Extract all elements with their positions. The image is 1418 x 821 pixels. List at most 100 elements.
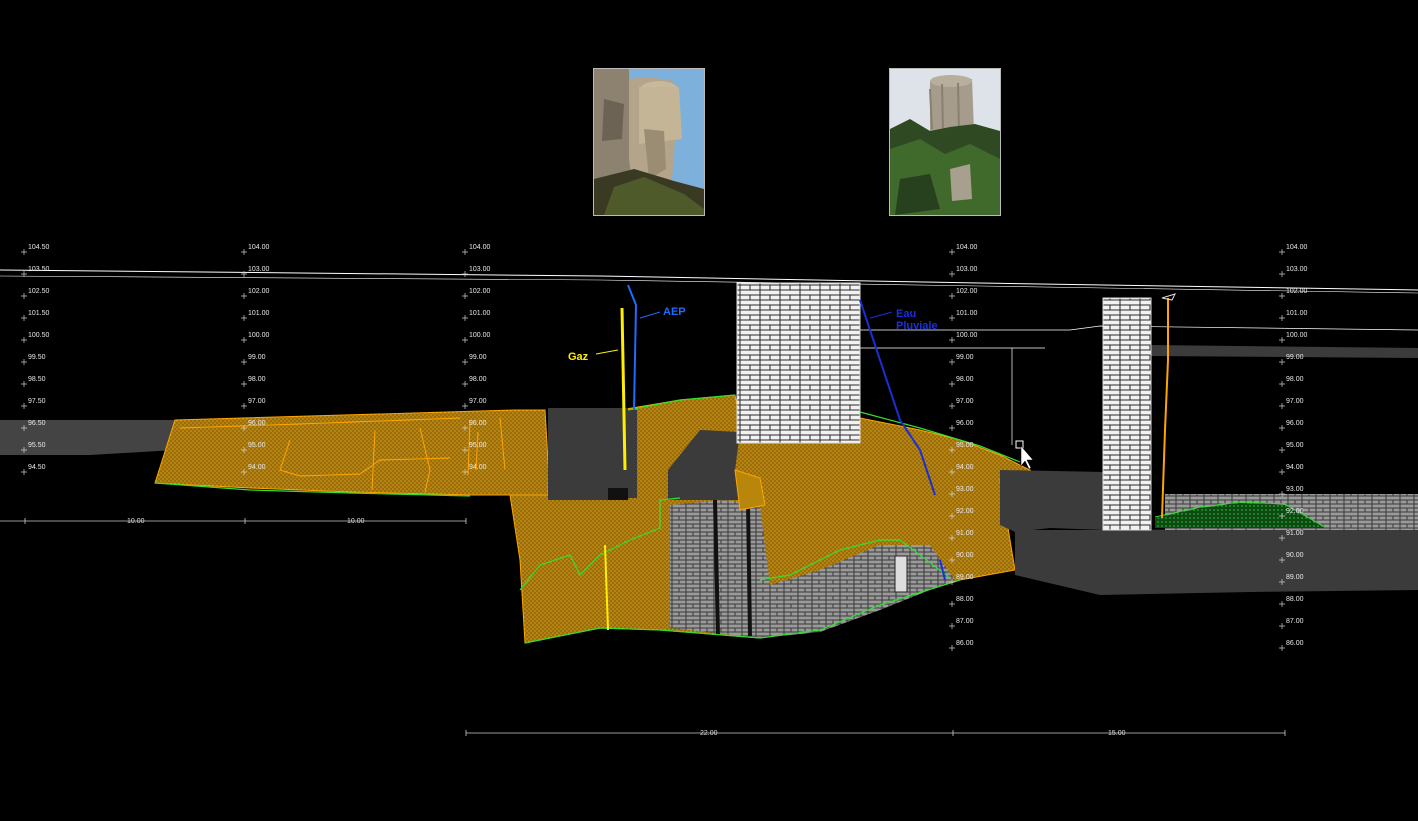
elevation-tick	[1279, 249, 1285, 255]
elevation-tick	[1279, 601, 1285, 607]
elevation-tick	[21, 249, 27, 255]
elevation-label: 87.00	[956, 618, 974, 625]
elevation-label: 98.00	[469, 376, 487, 383]
elevation-tick	[21, 469, 27, 475]
elevation-label: 96.00	[1286, 420, 1304, 427]
elevation-label: 89.00	[1286, 574, 1304, 581]
elevation-tick	[1279, 425, 1285, 431]
elevation-tick	[1279, 623, 1285, 629]
elevation-tick	[1279, 447, 1285, 453]
elevation-tick	[949, 601, 955, 607]
elevation-label: 98.50	[28, 376, 46, 383]
elevation-label: 100.00	[469, 332, 491, 339]
rain-label-line2: Pluviale	[896, 320, 938, 332]
elevation-label: 97.00	[956, 398, 974, 405]
elevation-label: 86.00	[1286, 640, 1304, 647]
elevation-tick	[1279, 645, 1285, 651]
elevation-label: 94.00	[1286, 464, 1304, 471]
elevation-tick	[462, 337, 468, 343]
tower-photo-right	[889, 68, 1001, 216]
elevation-label: 104.50	[28, 244, 50, 251]
dimension-lower-left: 22.00	[700, 730, 718, 737]
elevation-label: 93.00	[1286, 486, 1304, 493]
elevation-label: 94.00	[956, 464, 974, 471]
elevation-tick	[949, 623, 955, 629]
dimension-upper-right: 10.00	[347, 518, 365, 525]
elevation-label: 102.00	[248, 288, 270, 295]
elevation-tick	[462, 271, 468, 277]
elevation-label: 102.00	[1286, 288, 1308, 295]
elevation-tick	[21, 337, 27, 343]
water-label: AEP	[663, 306, 686, 318]
elevation-tick	[21, 359, 27, 365]
elevation-label: 96.00	[956, 420, 974, 427]
elevation-label: 86.00	[956, 640, 974, 647]
elevation-label: 94.00	[469, 464, 487, 471]
elevation-tick	[1279, 271, 1285, 277]
elevation-tick	[949, 337, 955, 343]
elevation-tick	[462, 249, 468, 255]
elevation-tick	[462, 315, 468, 321]
elevation-label: 101.50	[28, 310, 50, 317]
elevation-label: 99.00	[956, 354, 974, 361]
cross-section-drawing	[0, 249, 1418, 736]
elevation-tick	[241, 359, 247, 365]
elevation-tick	[949, 645, 955, 651]
elevation-label: 90.00	[1286, 552, 1304, 559]
elevation-label: 96.00	[469, 420, 487, 427]
elevation-tick	[21, 381, 27, 387]
elevation-tick	[1279, 381, 1285, 387]
elevation-label: 104.00	[956, 244, 978, 251]
elevation-tick	[1279, 403, 1285, 409]
elevation-label: 100.00	[248, 332, 270, 339]
elevation-tick	[949, 359, 955, 365]
elevation-label: 101.00	[956, 310, 978, 317]
elevation-tick	[949, 381, 955, 387]
elevation-label: 98.00	[956, 376, 974, 383]
elevation-label: 94.00	[248, 464, 266, 471]
elevation-tick	[1279, 293, 1285, 299]
elevation-label: 99.00	[1286, 354, 1304, 361]
elevation-tick	[21, 315, 27, 321]
elevation-label: 88.00	[956, 596, 974, 603]
elevation-tick	[241, 315, 247, 321]
elevation-tick	[462, 381, 468, 387]
elevation-tick	[949, 293, 955, 299]
gas-label: Gaz	[568, 351, 589, 363]
elevation-label: 89.00	[956, 574, 974, 581]
elevation-tick	[241, 403, 247, 409]
elevation-tick	[241, 271, 247, 277]
elevation-tick	[1279, 337, 1285, 343]
elevation-tick	[949, 403, 955, 409]
elevation-label: 93.00	[956, 486, 974, 493]
elevation-label: 91.00	[1286, 530, 1304, 537]
elevation-label: 103.00	[469, 266, 491, 273]
elevation-label: 104.00	[1286, 244, 1308, 251]
elevation-label: 95.00	[469, 442, 487, 449]
elevation-label: 99.50	[28, 354, 46, 361]
elevation-label: 103.50	[28, 266, 50, 273]
elevation-tick	[1279, 469, 1285, 475]
elevation-label: 103.00	[956, 266, 978, 273]
elevation-label: 94.50	[28, 464, 46, 471]
elevation-tick	[1279, 359, 1285, 365]
elevation-label: 87.00	[1286, 618, 1304, 625]
elevation-label: 101.00	[248, 310, 270, 317]
elevation-label: 104.00	[248, 244, 270, 251]
elevation-label: 101.00	[469, 310, 491, 317]
elevation-label: 92.00	[1286, 508, 1304, 515]
elevation-tick	[462, 359, 468, 365]
elevation-label: 98.00	[248, 376, 266, 383]
elevation-label: 100.00	[1286, 332, 1308, 339]
elevation-tick	[949, 425, 955, 431]
elevation-tick	[241, 293, 247, 299]
elevation-label: 95.00	[1286, 442, 1304, 449]
elevation-tick	[949, 315, 955, 321]
elevation-label: 96.50	[28, 420, 46, 427]
elevation-label: 92.00	[956, 508, 974, 515]
tower-photo-left	[593, 68, 705, 216]
elevation-tick	[1279, 315, 1285, 321]
elevation-label: 91.00	[956, 530, 974, 537]
elevation-label: 97.00	[1286, 398, 1304, 405]
elevation-label: 103.00	[1286, 266, 1308, 273]
